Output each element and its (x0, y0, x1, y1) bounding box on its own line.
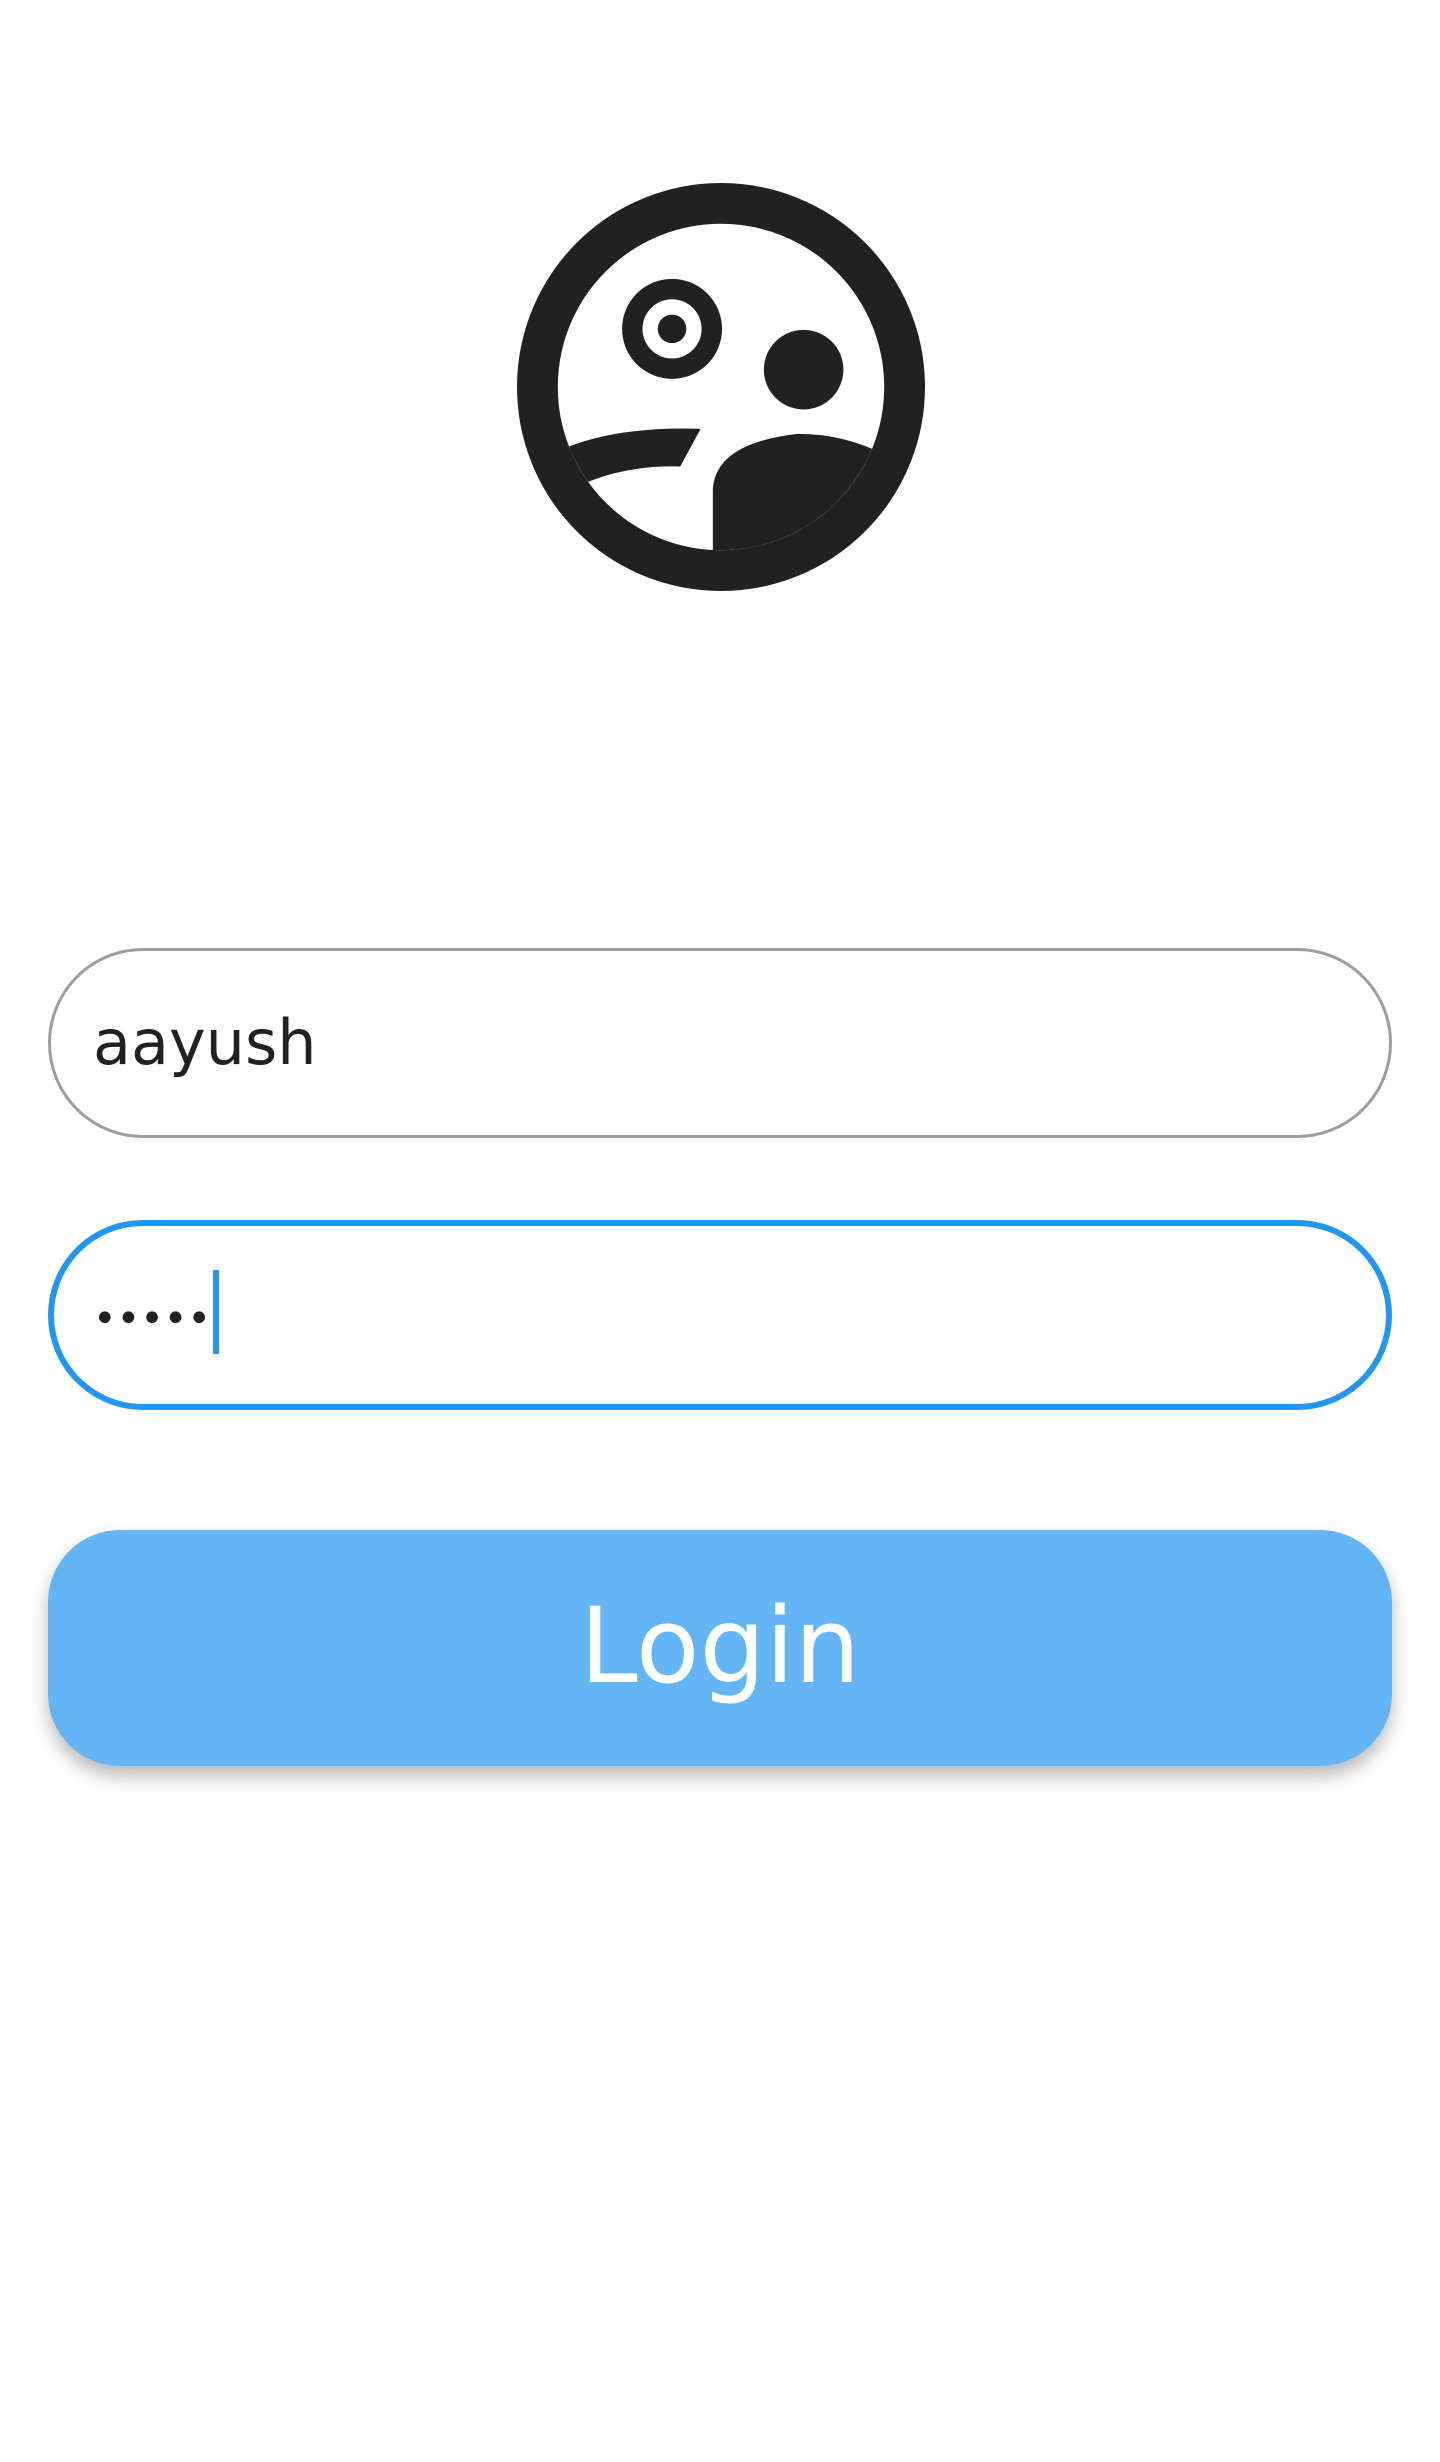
username-value: aayush (93, 1006, 317, 1079)
text-cursor (213, 1270, 219, 1354)
username-field[interactable]: aayush (48, 948, 1392, 1138)
login-button-label: Login (579, 1585, 861, 1707)
password-field[interactable]: ••••• (48, 1220, 1392, 1410)
password-value: ••••• (93, 1295, 211, 1342)
face-logo-icon (517, 183, 925, 591)
app-logo (517, 183, 925, 591)
login-button[interactable]: Login (48, 1530, 1392, 1766)
